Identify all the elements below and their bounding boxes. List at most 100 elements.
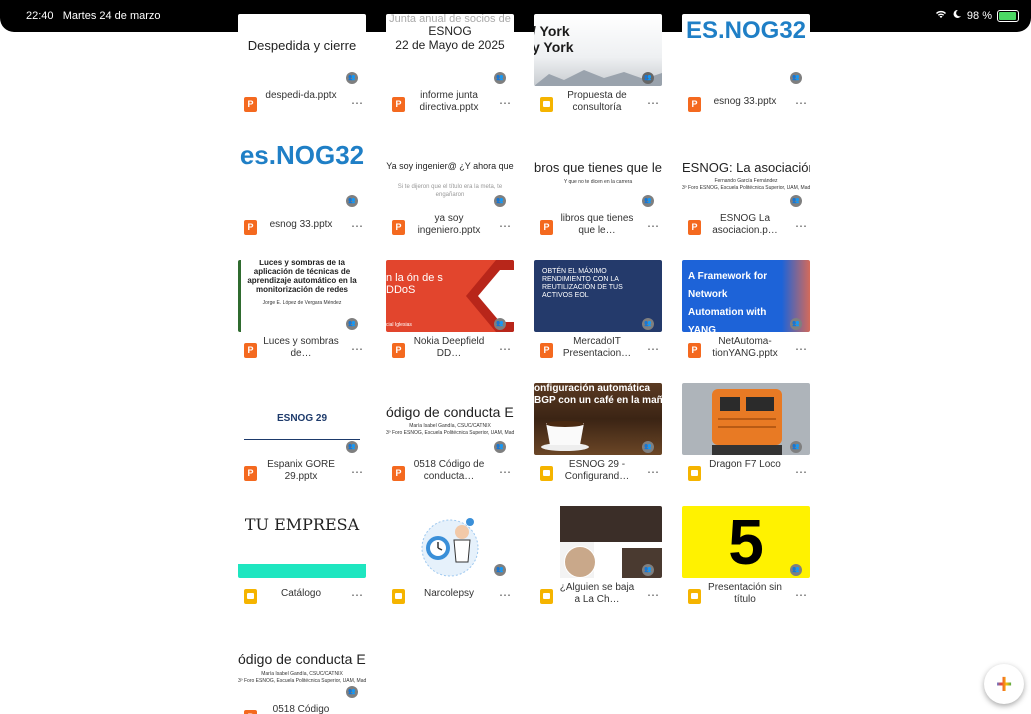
file-thumbnail[interactable]: 👥 <box>534 506 662 578</box>
more-options-button[interactable]: ⋯ <box>795 219 808 233</box>
file-tile[interactable]: Luces y sombras de la aplicación de técn… <box>238 260 366 368</box>
thumbnail-subtitle: 22 de Mayo de 2025 <box>395 38 505 52</box>
file-thumbnail[interactable]: Luces y sombras de la aplicación de técn… <box>238 260 366 332</box>
slides-file-icon <box>688 589 701 604</box>
moon-icon <box>952 9 962 22</box>
file-tile[interactable]: OBTÉN EL MÁXIMO RENDIMIENTO CON LA REUTI… <box>534 260 662 368</box>
file-thumbnail[interactable]: 👥 <box>386 506 514 578</box>
more-options-button[interactable]: ⋯ <box>795 465 808 479</box>
file-tile[interactable]: 👥 ¿Alguien se baja a La Ch… ⋯ <box>534 506 662 614</box>
file-thumbnail[interactable]: Despedida y cierre 👥 <box>238 14 366 86</box>
pptx-file-icon: P <box>244 343 257 358</box>
file-tile[interactable]: ESNOG 29 👥 P Espanix GORE 29.pptx ⋯ <box>238 383 366 491</box>
more-options-button[interactable]: ⋯ <box>499 588 512 602</box>
shared-icon: 👥 <box>790 195 802 207</box>
file-tile[interactable]: bros que tienes que le Y que no te dicen… <box>534 137 662 245</box>
more-options-button[interactable]: ⋯ <box>351 588 364 602</box>
more-options-button[interactable]: ⋯ <box>647 588 660 602</box>
file-tile[interactable]: TU EMPRESA Catálogo ⋯ <box>238 506 366 614</box>
file-tile[interactable]: ESNOG: La asociación Fernando García Fer… <box>682 137 810 245</box>
file-tile[interactable]: ES.NOG32 👥 P esnog 33.pptx ⋯ <box>682 14 810 122</box>
file-thumbnail[interactable]: ESNOG 29 👥 <box>238 383 366 455</box>
file-tile[interactable]: n la ón de s DDoS cial Iglesias 👥 P Noki… <box>386 260 514 368</box>
file-tile[interactable]: 5 👥 Presentación sin título ⋯ <box>682 506 810 614</box>
more-options-button[interactable]: ⋯ <box>795 588 808 602</box>
file-name: MercadoIT Presentacion… <box>562 336 632 359</box>
file-tile[interactable]: ódigo de conducta ESN María Isabel Gandí… <box>238 638 366 714</box>
slides-file-icon <box>540 97 553 112</box>
more-options-button[interactable]: ⋯ <box>499 219 512 233</box>
file-thumbnail[interactable]: bros que tienes que le Y que no te dicen… <box>534 137 662 209</box>
file-tile[interactable]: es.NOG32 👥 P esnog 33.pptx ⋯ <box>238 137 366 245</box>
file-tile[interactable]: A Framework for Network Automation with … <box>682 260 810 368</box>
file-name: NetAutoma-tionYANG.pptx <box>712 336 778 359</box>
more-options-button[interactable]: ⋯ <box>499 96 512 110</box>
file-tile[interactable]: Despedida y cierre 👥 P despedi-da.pptx ⋯ <box>238 14 366 122</box>
more-options-button[interactable]: ⋯ <box>647 342 660 356</box>
file-tile[interactable]: ódigo de conducta ESN María Isabel Gandí… <box>386 383 514 491</box>
file-name: Propuesta de consultoría <box>567 90 627 113</box>
file-thumbnail[interactable]: ESNOG: La asociación Fernando García Fer… <box>682 137 810 209</box>
file-thumbnail[interactable]: ES.NOG32 👥 <box>682 14 810 86</box>
more-options-button[interactable]: ⋯ <box>499 465 512 479</box>
new-file-button[interactable]: + <box>984 664 1024 704</box>
pptx-file-icon: P <box>688 220 701 235</box>
more-options-button[interactable]: ⋯ <box>647 219 660 233</box>
thumbnail-title: TU EMPRESA <box>244 515 360 534</box>
file-thumbnail[interactable]: 5 👥 <box>682 506 810 578</box>
battery-icon <box>997 9 1019 22</box>
thumbnail-subtitle: María Isabel Gandía, CSUC/CATNIX <box>261 671 343 677</box>
file-name: Nokia Deepfield DD… <box>413 336 485 359</box>
more-options-button[interactable]: ⋯ <box>351 465 364 479</box>
more-options-button[interactable]: ⋯ <box>351 342 364 356</box>
pptx-file-icon: P <box>392 343 405 358</box>
file-name: 0518 Código <box>272 704 330 714</box>
thumbnail-subtitle: y York <box>534 39 574 55</box>
thumbnail-title: bros que tienes que le <box>534 160 662 175</box>
file-tile[interactable]: / York y York 👥 Propuesta de consultoría… <box>534 14 662 122</box>
file-thumbnail[interactable]: ódigo de conducta ESN María Isabel Gandí… <box>386 383 514 455</box>
file-thumbnail[interactable]: Ya soy ingenier@ ¿Y ahora que Si te dije… <box>386 137 514 209</box>
thumbnail-title: ódigo de conducta ESN <box>386 404 514 420</box>
file-name: despedi-da.pptx <box>265 90 337 101</box>
file-tile[interactable]: Ya soy ingenier@ ¿Y ahora que Si te dije… <box>386 137 514 245</box>
slides-file-icon <box>540 466 553 481</box>
slides-file-icon <box>540 589 553 604</box>
thumbnail-subtitle-2: 3º Foro ESNOG, Escuela Politécnica Super… <box>682 185 810 191</box>
file-thumbnail[interactable]: / York y York 👥 <box>534 14 662 86</box>
more-options-button[interactable]: ⋯ <box>795 96 808 110</box>
more-options-button[interactable]: ⋯ <box>351 96 364 110</box>
file-name: Catálogo <box>280 588 322 599</box>
file-thumbnail[interactable]: Junta anual de socios de ESNOG 22 de May… <box>386 14 514 86</box>
more-options-button[interactable]: ⋯ <box>647 96 660 110</box>
file-name: Espanix GORE 29.pptx <box>267 459 335 482</box>
more-options-button[interactable]: ⋯ <box>647 465 660 479</box>
pptx-file-icon: P <box>244 97 257 112</box>
file-thumbnail[interactable]: ódigo de conducta ESN María Isabel Gandí… <box>238 638 366 706</box>
more-options-button[interactable]: ⋯ <box>351 219 364 233</box>
file-tile[interactable]: onfiguración automática BGP con un café … <box>534 383 662 491</box>
pptx-file-icon: P <box>688 343 701 358</box>
file-thumbnail[interactable]: es.NOG32 👥 <box>238 137 366 209</box>
thumbnail-subtitle-2: 3º Foro ESNOG, Escuela Politécnica Super… <box>386 430 514 436</box>
status-date: Martes 24 de marzo <box>62 10 161 22</box>
file-thumbnail[interactable]: 👥 <box>682 383 810 455</box>
shared-icon: 👥 <box>346 195 358 207</box>
photo-image <box>560 506 662 542</box>
file-thumbnail[interactable]: OBTÉN EL MÁXIMO RENDIMIENTO CON LA REUTI… <box>534 260 662 332</box>
pptx-file-icon: P <box>392 97 405 112</box>
file-thumbnail[interactable]: TU EMPRESA <box>238 506 366 578</box>
shared-icon: 👥 <box>790 441 802 453</box>
file-thumbnail[interactable]: A Framework for Network Automation with … <box>682 260 810 332</box>
file-thumbnail[interactable]: n la ón de s DDoS cial Iglesias 👥 <box>386 260 514 332</box>
file-tile[interactable]: 👥 Narcolepsy ⋯ <box>386 506 514 614</box>
file-tile[interactable]: 👥 Dragon F7 Loco ⋯ <box>682 383 810 491</box>
file-thumbnail[interactable]: onfiguración automática BGP con un café … <box>534 383 662 455</box>
slides-file-icon <box>244 589 257 604</box>
file-tile[interactable]: Junta anual de socios de ESNOG 22 de May… <box>386 14 514 122</box>
more-options-button[interactable]: ⋯ <box>499 342 512 356</box>
shared-icon: 👥 <box>642 72 654 84</box>
file-name: ¿Alguien se baja a La Ch… <box>559 582 635 605</box>
thumbnail-title: ódigo de conducta ESN <box>238 651 366 667</box>
more-options-button[interactable]: ⋯ <box>795 342 808 356</box>
